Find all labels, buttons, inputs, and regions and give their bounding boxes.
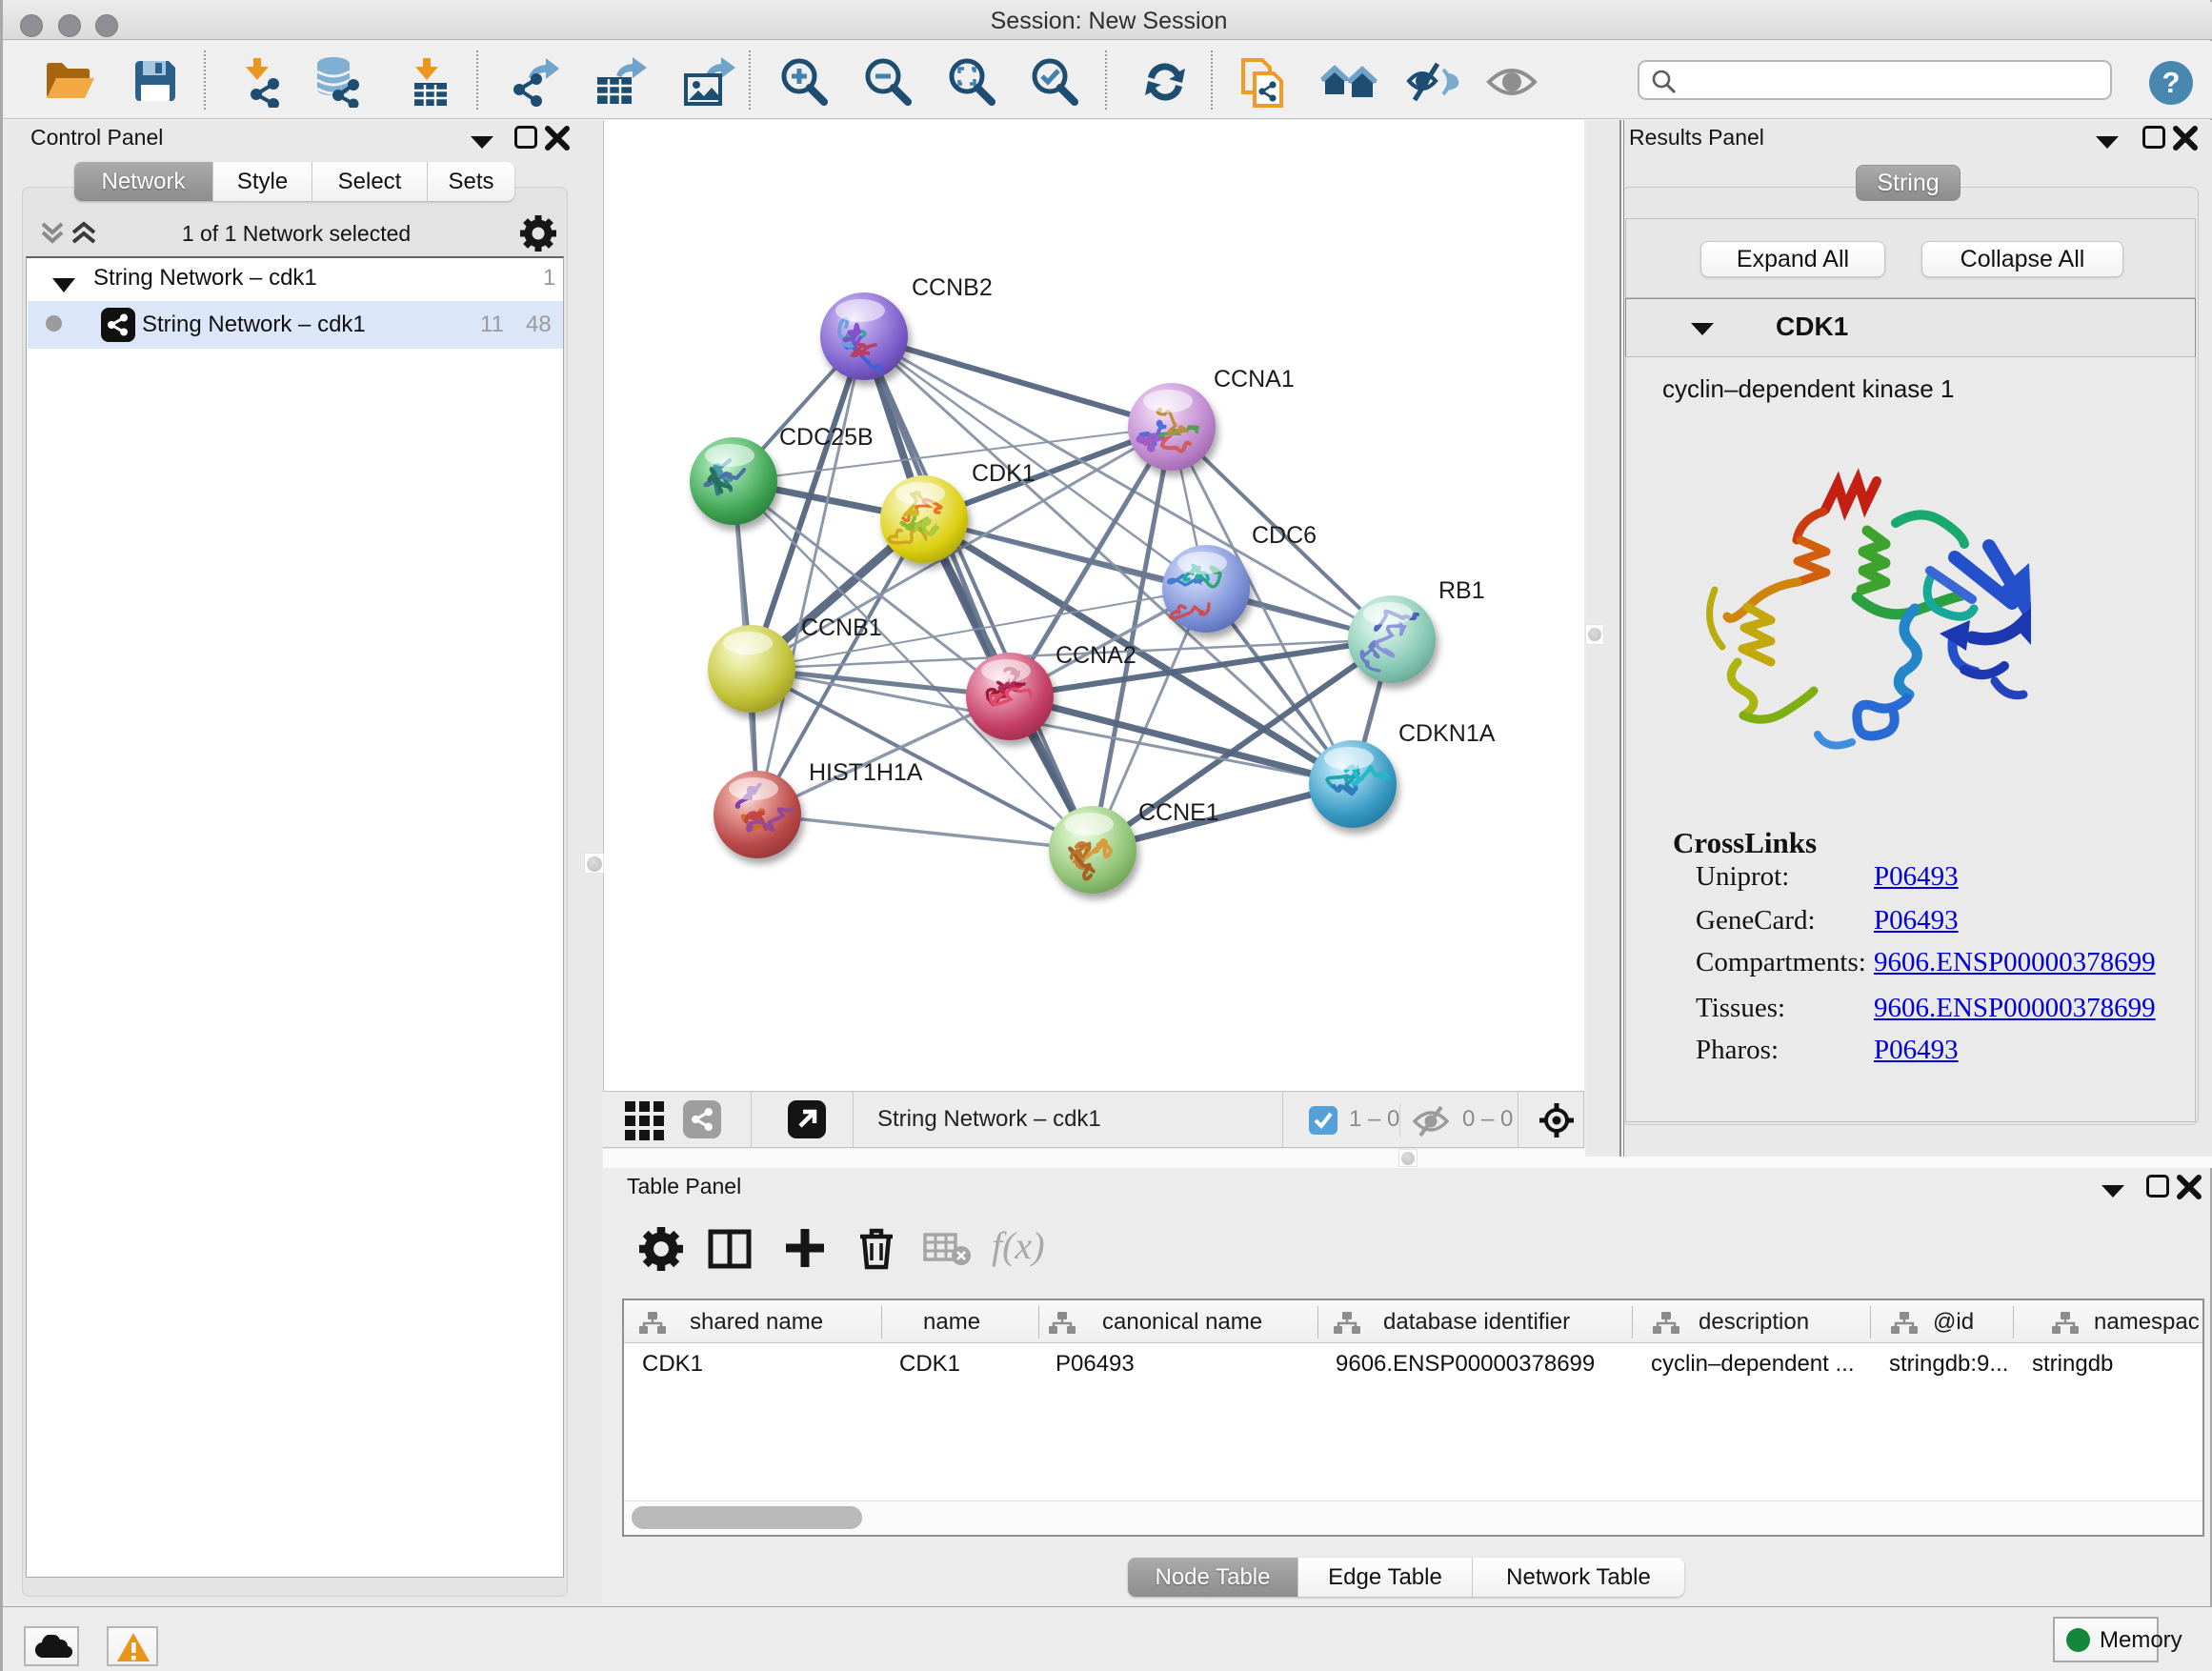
svg-text:CCNB2: CCNB2 [912,274,993,301]
svg-text:CCNB1: CCNB1 [801,614,882,641]
svg-text:CCNA2: CCNA2 [1056,642,1136,669]
svg-text:RB1: RB1 [1438,577,1485,604]
svg-text:CCNA1: CCNA1 [1214,366,1295,393]
svg-text:?: ? [2162,66,2181,99]
svg-text:CDC25B: CDC25B [779,424,874,451]
svg-text:CCNE1: CCNE1 [1138,799,1219,826]
svg-text:CDKN1A: CDKN1A [1398,720,1496,747]
svg-text:CDK1: CDK1 [972,460,1036,487]
svg-text:HIST1H1A: HIST1H1A [809,759,923,786]
svg-text:CDC6: CDC6 [1252,522,1317,549]
